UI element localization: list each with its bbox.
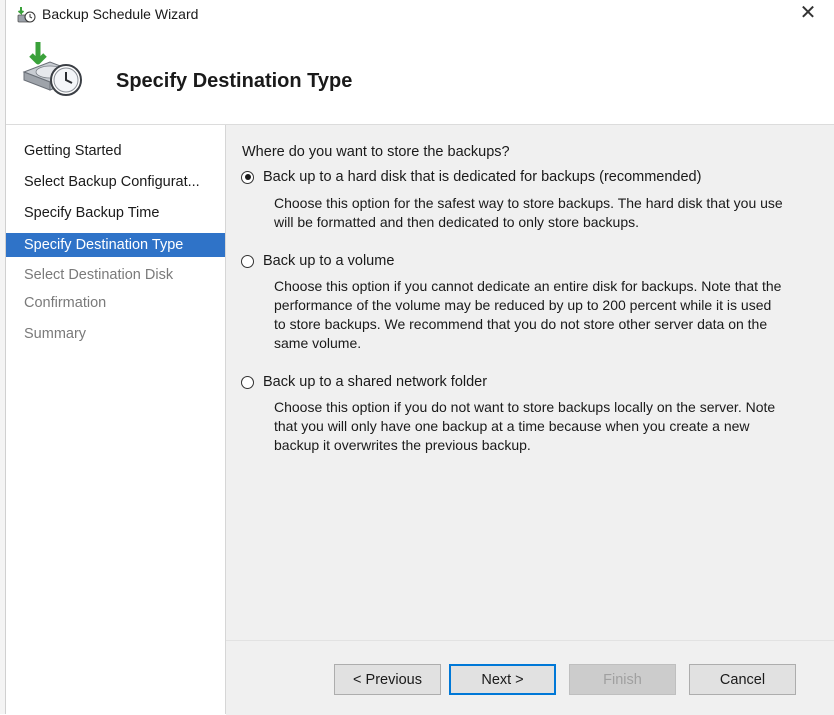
network-folder-description: Choose this option if you do not want to… bbox=[274, 398, 824, 455]
wizard-app-icon bbox=[16, 6, 36, 24]
close-button[interactable]: ✕ bbox=[796, 2, 820, 26]
step-getting-started[interactable]: Getting Started bbox=[6, 139, 225, 163]
dedicated-disk-label: Back up to a hard disk that is dedicated… bbox=[263, 169, 702, 185]
volume-description: Choose this option if you cannot dedicat… bbox=[274, 277, 824, 353]
wizard-footer: < Previous Next > Finish Cancel bbox=[226, 640, 834, 715]
volume-radio[interactable] bbox=[241, 254, 254, 268]
step-specify-destination-type[interactable]: Specify Destination Type bbox=[6, 233, 225, 257]
description-line: that you will only have one backup at a … bbox=[274, 418, 750, 434]
description-line: Choose this option if you do not want to… bbox=[274, 399, 776, 415]
wizard-content: Where do you want to store the backups? … bbox=[226, 125, 834, 640]
description-line: same volume. bbox=[274, 335, 362, 351]
destination-question: Where do you want to store the backups? bbox=[242, 144, 510, 160]
step-select-backup-configuration[interactable]: Select Backup Configurat... bbox=[6, 170, 225, 194]
finish-button: Finish bbox=[569, 664, 676, 695]
description-line: backup it overwrites the previous backup… bbox=[274, 437, 531, 453]
description-line: Choose this option for the safest way to… bbox=[274, 195, 783, 211]
description-line: Choose this option if you cannot dedicat… bbox=[274, 278, 782, 294]
description-line: will be formatted and then dedicated to … bbox=[274, 214, 639, 230]
window-title: Backup Schedule Wizard bbox=[42, 6, 199, 22]
next-button[interactable]: Next > bbox=[449, 664, 556, 695]
volume-label: Back up to a volume bbox=[263, 253, 395, 269]
cancel-button[interactable]: Cancel bbox=[689, 664, 796, 695]
wizard-header: Specify Destination Type bbox=[6, 28, 834, 124]
step-select-destination-disk: Select Destination Disk bbox=[24, 267, 174, 283]
step-confirmation: Confirmation bbox=[24, 295, 107, 311]
option-volume[interactable]: Back up to a volume bbox=[241, 251, 394, 271]
network-folder-label: Back up to a shared network folder bbox=[263, 374, 488, 390]
title-bar: Backup Schedule Wizard ✕ bbox=[6, 0, 834, 28]
backup-schedule-icon bbox=[20, 38, 84, 102]
step-summary: Summary bbox=[24, 326, 87, 342]
wizard-steps-sidebar: Getting Started Select Backup Configurat… bbox=[6, 125, 226, 714]
option-dedicated-disk[interactable]: Back up to a hard disk that is dedicated… bbox=[241, 167, 701, 187]
previous-button[interactable]: < Previous bbox=[334, 664, 441, 695]
dedicated-disk-description: Choose this option for the safest way to… bbox=[274, 194, 824, 232]
page-title: Specify Destination Type bbox=[116, 70, 353, 92]
description-line: to store backups. We recommend that you … bbox=[274, 316, 768, 332]
step-specify-backup-time[interactable]: Specify Backup Time bbox=[6, 201, 225, 225]
option-shared-network-folder[interactable]: Back up to a shared network folder bbox=[241, 372, 487, 392]
description-line: performance of the volume may be reduced… bbox=[274, 297, 772, 313]
network-folder-radio[interactable] bbox=[241, 375, 254, 389]
dedicated-disk-radio[interactable] bbox=[241, 170, 254, 184]
close-icon: ✕ bbox=[799, 2, 817, 24]
